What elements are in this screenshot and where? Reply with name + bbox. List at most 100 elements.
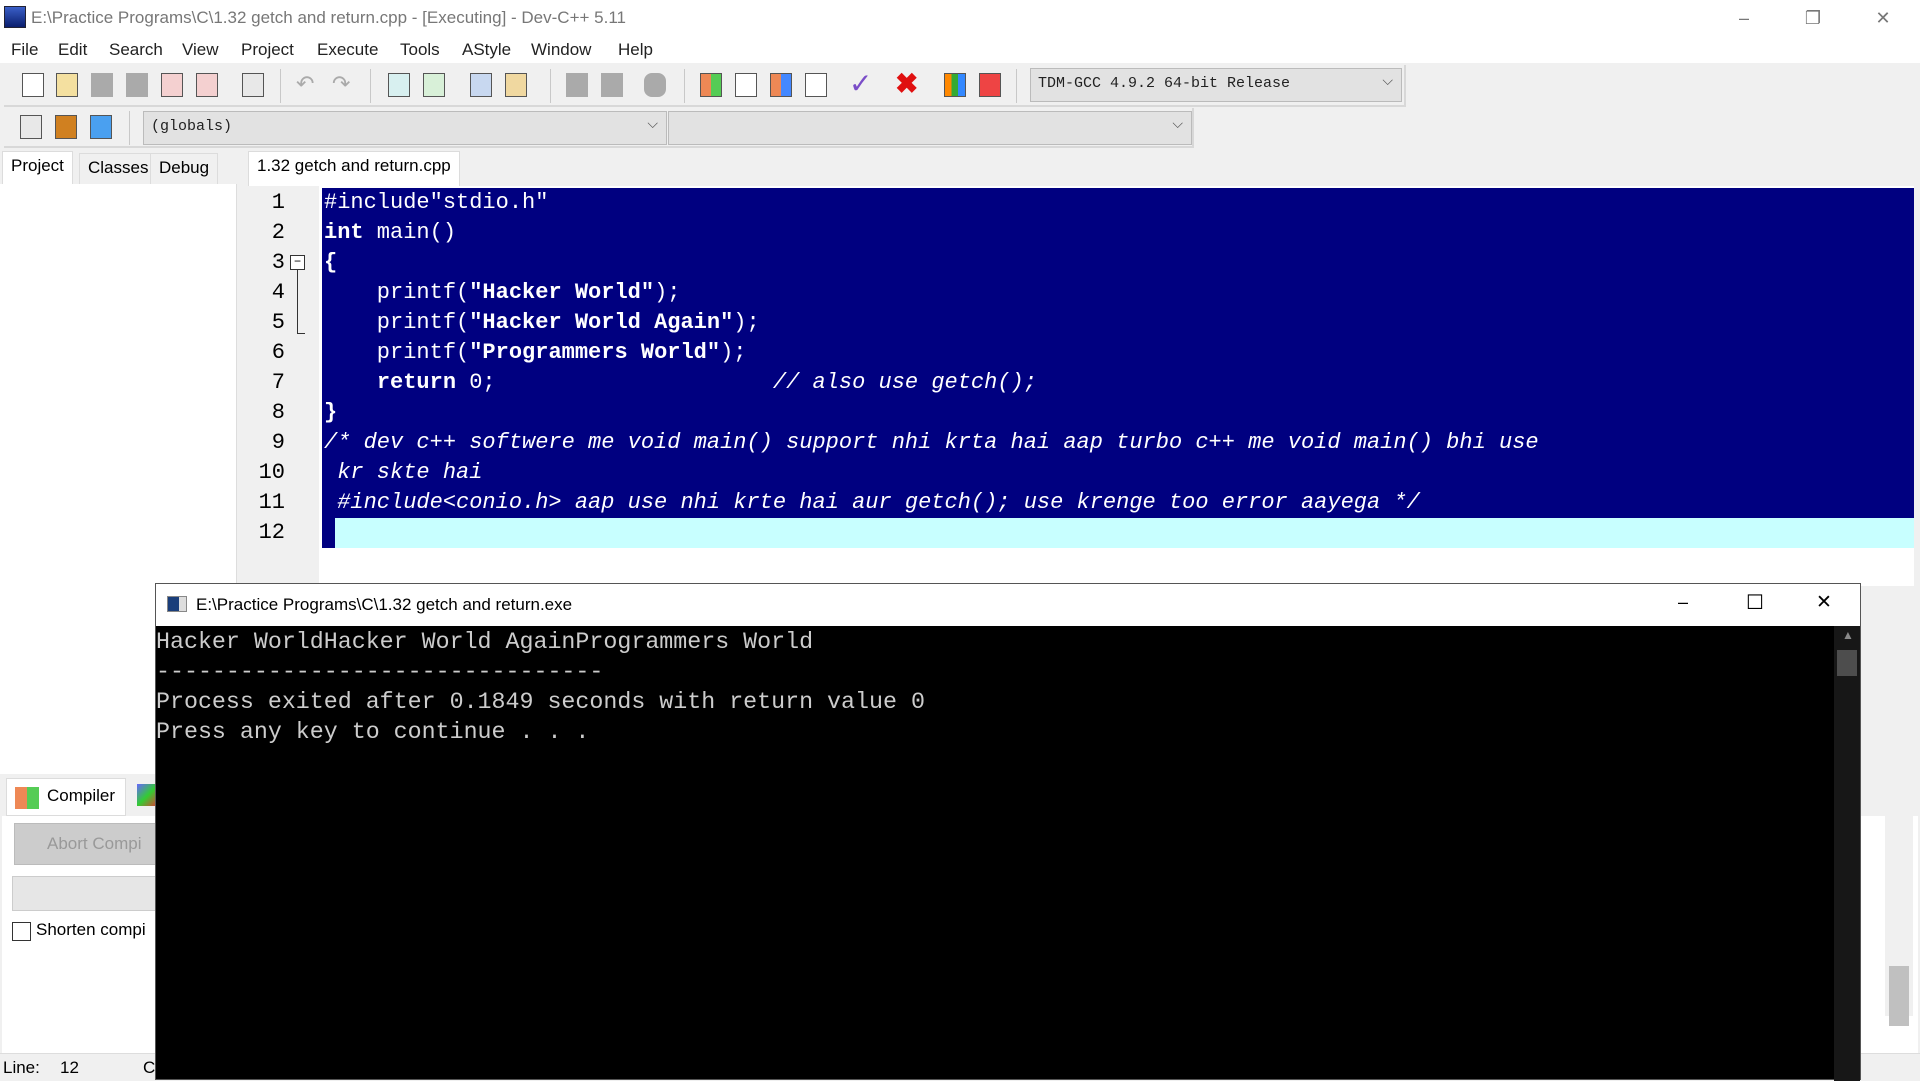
current-line-highlight [335,518,1914,548]
code-line[interactable]: kr skte hai [322,458,1914,488]
bookmark-forward-icon[interactable] [601,73,623,97]
code-token: int [324,220,364,245]
line-number: 9 [271,430,285,455]
tab-debug[interactable]: Debug [150,153,219,185]
insert-icon[interactable] [20,115,42,139]
shorten-checkbox[interactable] [12,922,31,941]
scroll-up-icon[interactable]: ▲ [1842,628,1854,642]
main-toolbar: ↶ ↷ ✓ ✖ TDM-GCC 4.9.2 64-bit Release ⌵ [4,65,1406,107]
line-number: 3 [271,250,285,275]
code-token: printf( [324,280,470,305]
abort-compilation-button[interactable]: Abort Compi [14,823,174,865]
compile-run-icon[interactable] [770,73,792,97]
line-number: 7 [271,370,285,395]
line-number: 12 [258,520,285,545]
compiler-select-value: TDM-GCC 4.9.2 64-bit Release [1038,75,1291,92]
delete-profile-icon[interactable] [979,73,1001,97]
code-token: printf( [324,340,470,365]
code-line[interactable]: #include"stdio.h" [322,188,1914,218]
close-button[interactable]: ✕ [1863,4,1903,32]
console-output-line: Process exited after 0.1849 seconds with… [156,689,925,715]
profile-icon[interactable] [944,73,966,97]
tab-project[interactable]: Project [2,151,73,185]
unindent-icon[interactable] [505,73,527,97]
console-minimize-button[interactable]: – [1678,592,1688,613]
redo-icon[interactable]: ↷ [332,71,350,97]
line-number: 4 [271,280,285,305]
restore-button[interactable]: ❐ [1793,4,1833,32]
syntax-check-icon[interactable]: ✓ [849,67,872,100]
console-app-icon [167,596,187,612]
save-all-icon[interactable] [126,73,148,97]
run-icon[interactable] [735,73,757,97]
menu-search[interactable]: Search [109,40,163,60]
code-line[interactable]: { [322,248,1914,278]
line-number: 1 [271,190,285,215]
rebuild-icon[interactable] [805,73,827,97]
fold-collapse-icon[interactable]: − [290,255,305,270]
menu-project[interactable]: Project [241,40,294,60]
scope-select-value: (globals) [151,118,233,135]
console-window[interactable]: E:\Practice Programs\C\1.32 getch and re… [155,583,1861,1081]
code-line[interactable]: #include<conio.h> aap use nhi krte hai a… [322,488,1914,518]
code-line[interactable]: /* dev c++ softwere me void main() suppo… [322,428,1914,458]
minimize-button[interactable]: – [1724,4,1764,32]
menu-window[interactable]: Window [531,40,591,60]
console-scroll-thumb[interactable] [1837,650,1857,676]
output-scrollbar[interactable] [1885,816,1913,1026]
menu-astyle[interactable]: AStyle [462,40,511,60]
console-maximize-button[interactable]: ☐ [1746,590,1764,615]
code-editor[interactable]: 1 2 3 4 5 6 7 8 9 10 11 12 #include"stdio.h" int main… [249,186,1914,586]
close-all-icon[interactable] [196,73,218,97]
member-select[interactable]: ⌵ [668,111,1192,145]
code-line[interactable]: printf("Hacker World Again"); [322,308,1914,338]
console-title-bar: E:\Practice Programs\C\1.32 getch and re… [156,584,1860,626]
code-line[interactable]: } [322,398,1914,428]
bookmark-back-icon[interactable] [566,73,588,97]
code-line[interactable]: printf("Hacker World"); [322,278,1914,308]
find-icon[interactable] [388,73,410,97]
console-scrollbar[interactable]: ▲ [1834,626,1860,1081]
devcpp-app-icon [4,6,26,28]
menu-bar: File Edit Search View Project Execute To… [0,37,1920,63]
scope-select[interactable]: (globals) ⌵ [143,111,667,145]
print-icon[interactable] [242,73,264,97]
toggle-goto-icon[interactable] [55,115,77,139]
compile-icon[interactable] [700,73,722,97]
code-token: return [376,370,457,395]
console-close-button[interactable]: ✕ [1816,591,1832,614]
indent-icon[interactable] [470,73,492,97]
tab-compiler[interactable]: Compiler [6,778,127,816]
console-output-line: Hacker WorldHacker World AgainProgrammer… [156,629,814,655]
new-file-icon[interactable] [22,73,44,97]
menu-view[interactable]: View [182,40,219,60]
menu-tools[interactable]: Tools [400,40,440,60]
line-number: 8 [271,400,285,425]
code-token: // also use getch(); [772,370,1037,395]
open-icon[interactable] [56,73,78,97]
code-token: #include"stdio.h" [324,190,549,215]
save-icon[interactable] [91,73,113,97]
stop-execution-icon[interactable]: ✖ [895,67,918,100]
replace-icon[interactable] [423,73,445,97]
menu-execute[interactable]: Execute [317,40,378,60]
tab-classes[interactable]: Classes [79,153,158,185]
tab-editor-file[interactable]: 1.32 getch and return.cpp [248,151,460,186]
line-number: 2 [271,220,285,245]
menu-help[interactable]: Help [618,40,653,60]
code-line[interactable]: int main() [322,218,1914,248]
code-line[interactable]: printf("Programmers World"); [322,338,1914,368]
menu-edit[interactable]: Edit [58,40,87,60]
class-toolbar: (globals) ⌵ ⌵ [4,108,1194,148]
compiler-select[interactable]: TDM-GCC 4.9.2 64-bit Release ⌵ [1030,68,1402,102]
menu-file[interactable]: File [11,40,38,60]
chevron-down-icon: ⌵ [647,116,658,132]
close-file-icon[interactable] [161,73,183,97]
goto-line-icon[interactable] [644,73,666,97]
line-value: 12 [60,1058,79,1077]
code-line[interactable]: return 0; // also use getch(); [322,368,1914,398]
compile-progress-bar [12,876,172,911]
bookmark-icon[interactable] [90,115,112,139]
undo-icon[interactable]: ↶ [296,71,314,97]
